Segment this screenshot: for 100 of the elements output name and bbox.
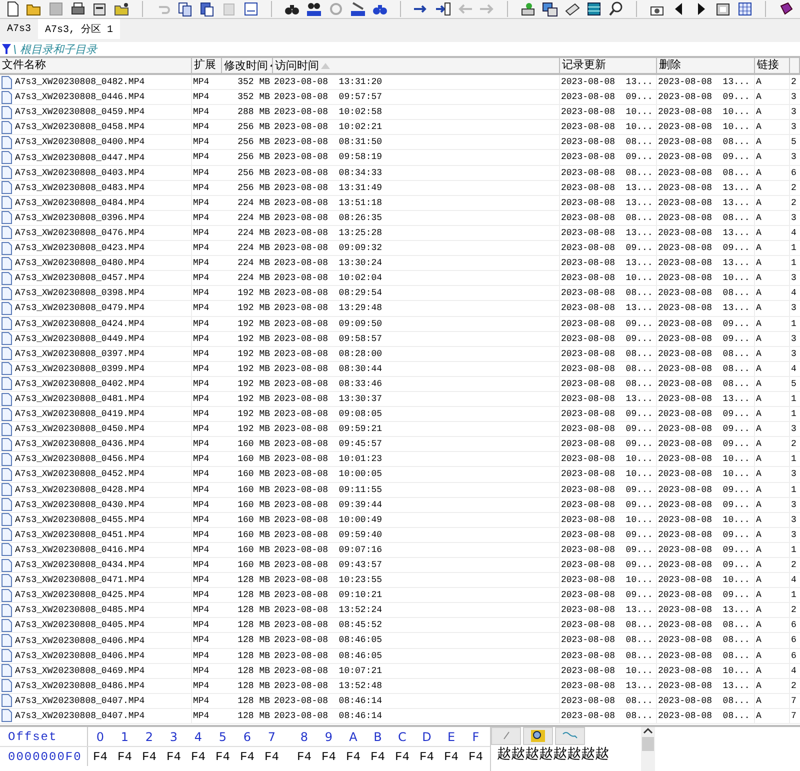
column-header[interactable]: 修改时间 <box>222 58 273 73</box>
table-cell: A <box>755 301 790 316</box>
tab[interactable]: A7s3 <box>0 19 38 39</box>
column-header[interactable]: 删除 <box>657 58 755 73</box>
table-cell: 2023-08-08 10:02:04 <box>273 271 560 286</box>
table-cell: 2023-08-08 08... <box>657 708 755 724</box>
file-icon <box>1 377 12 390</box>
table-cell: A7s3_XW20230808_0406.MP4 <box>15 636 145 646</box>
table-cell: 2023-08-08 10:02:58 <box>273 105 560 120</box>
table-cell-text: 256 MB <box>236 151 271 164</box>
column-header: B <box>372 730 383 744</box>
go-to-icon[interactable] <box>435 1 451 17</box>
table-cell: 2023-08-08 10... <box>560 512 657 527</box>
disk-icon[interactable] <box>520 1 536 17</box>
table-cell-text: 224 MB <box>236 242 271 256</box>
file-icon <box>1 468 12 481</box>
windows-icon[interactable] <box>542 1 558 17</box>
table-cell: 2023-08-08 08:30:44 <box>273 362 560 376</box>
table-cell-text: MP4 <box>192 257 210 270</box>
table-cell: A7s3_XW20230808_0452.MP4 <box>15 469 145 480</box>
file-icon <box>1 483 12 496</box>
table-cell-text: 2 <box>790 559 798 572</box>
table-cell: 2023-08-08 10:23:55 <box>273 573 560 588</box>
table-cell-text: 352 MB <box>236 91 271 104</box>
table-cell: 2023-08-08 09:58:57 <box>273 332 560 346</box>
table-cell: A <box>755 346 790 361</box>
table-cell: A7s3_XW20230808_0398.MP4 <box>15 288 145 298</box>
column-header: 1 <box>120 730 130 744</box>
table-cell-text: MP4 <box>192 604 210 618</box>
table-cell: 2023-08-08 09... <box>657 422 755 436</box>
scroll-up-icon[interactable] <box>643 727 653 735</box>
column-header[interactable]: 访问时间 <box>273 58 560 73</box>
offset-header: Offset <box>0 727 88 746</box>
table-cell: 2023-08-08 08... <box>560 633 657 648</box>
table-cell-text: MP4 <box>192 680 210 693</box>
file-icon <box>1 332 12 346</box>
hex-byte: F4 <box>418 750 435 764</box>
table-cell-text: 1 <box>790 392 798 406</box>
file-icon <box>1 181 12 194</box>
table-cell: 2023-08-08 09:57:57 <box>273 90 560 104</box>
table-cell: 2023-08-08 13:52:24 <box>273 603 560 618</box>
table-cell: A7s3_XW20230808_0430.MP4 <box>15 500 145 510</box>
table-cell: 2023-08-08 08... <box>560 286 657 300</box>
table-cell: A <box>755 75 790 90</box>
table-cell-text: 128 MB <box>236 619 271 632</box>
filter-icon[interactable] <box>2 44 11 54</box>
table-cell: 2023-08-08 08... <box>560 346 657 361</box>
column-header: E <box>446 730 456 744</box>
grid-icon[interactable] <box>586 1 602 17</box>
table-cell-text: 192 MB <box>236 302 271 316</box>
table-cell: A7s3_XW20230808_0476.MP4 <box>15 228 145 238</box>
paste-icon[interactable] <box>199 1 215 17</box>
file-icon <box>1 422 12 436</box>
table-cell: A7s3_XW20230808_0402.MP4 <box>15 378 145 389</box>
table-cell: A7s3_XW20230808_0458.MP4 <box>15 122 145 132</box>
table-cell: 2023-08-08 09... <box>560 90 657 104</box>
table-cell-text: MP4 <box>192 710 210 723</box>
panel-tab[interactable] <box>523 727 553 745</box>
table-cell: 2023-08-08 09... <box>560 316 657 331</box>
table-cell-text: 128 MB <box>236 634 271 648</box>
table-cell: A <box>755 210 790 225</box>
table-cell-text: 7 <box>790 694 798 708</box>
properties-icon[interactable] <box>92 1 108 17</box>
save-icon[interactable] <box>48 1 64 17</box>
copy-icon[interactable] <box>177 1 193 17</box>
hex-byte: F4 <box>370 750 386 764</box>
hex-byte: F4 <box>92 750 108 764</box>
column-header[interactable]: 记录更新 <box>560 58 657 73</box>
table-cell-text: 192 MB <box>236 362 271 376</box>
table-cell-text: 224 MB <box>236 196 271 210</box>
table-cell: A7s3_XW20230808_0436.MP4 <box>15 439 145 450</box>
table-icon[interactable] <box>737 1 753 17</box>
print-icon[interactable] <box>70 1 86 17</box>
file-icon <box>1 317 12 330</box>
table-cell: 2023-08-08 10:01:23 <box>273 452 560 466</box>
column-header: A <box>348 730 358 744</box>
table-cell-text: 128 MB <box>236 650 271 663</box>
offset-cell: 0000000F0 <box>0 747 88 766</box>
table-cell: 2023-08-08 09... <box>657 150 755 165</box>
scrollbar[interactable] <box>641 727 655 771</box>
table-cell-text: MP4 <box>192 544 210 557</box>
table-cell: 2023-08-08 08:46:14 <box>273 694 560 708</box>
table-cell-text: MP4 <box>192 468 210 482</box>
column-header[interactable]: 文件名称 <box>0 58 192 73</box>
table-cell: 2023-08-08 10... <box>560 664 657 678</box>
table-cell-text: 128 MB <box>236 664 271 678</box>
table-cell: 2023-08-08 10... <box>657 467 755 482</box>
tab[interactable]: A7s3, 分区 1 <box>38 19 120 39</box>
table-cell-text: 224 MB <box>236 272 271 286</box>
snapshot-icon[interactable] <box>715 1 731 17</box>
column-header[interactable]: 扩展 <box>192 58 222 73</box>
column-header: 5 <box>218 730 228 744</box>
table-cell-text: 2 <box>790 182 798 195</box>
table-cell: 2023-08-08 08:31:50 <box>273 135 560 150</box>
file-icon <box>1 196 12 210</box>
table-cell: 2023-08-08 09... <box>657 332 755 346</box>
search-icon[interactable] <box>608 1 624 17</box>
table-cell: 2023-08-08 09... <box>560 437 657 452</box>
table-cell: A <box>755 618 790 632</box>
column-header[interactable]: 链接 <box>755 58 790 73</box>
